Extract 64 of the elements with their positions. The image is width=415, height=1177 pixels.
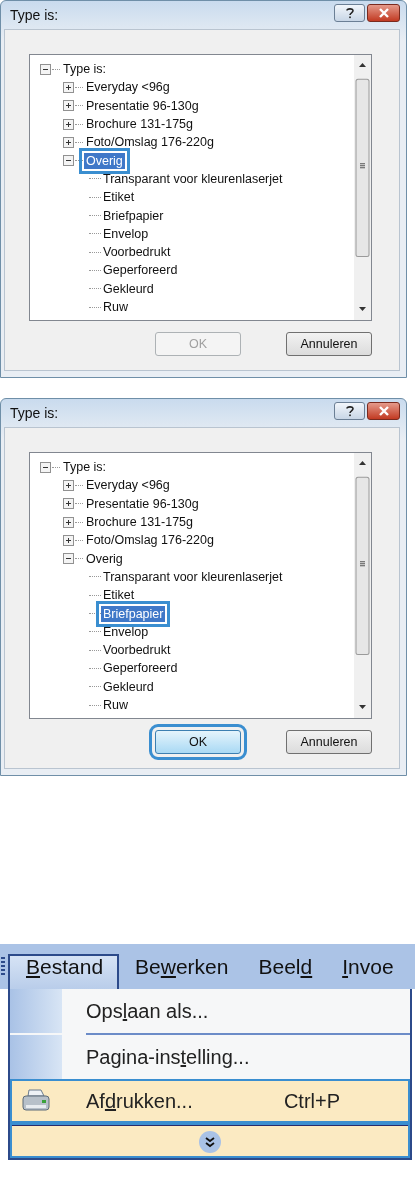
tree-item[interactable]: Etiket — [101, 587, 137, 604]
menu-item-label: Pagina-instelling... — [86, 1045, 251, 1069]
window-title: Type is: — [10, 7, 59, 23]
tree-item[interactable]: Everyday <96g — [84, 79, 172, 96]
scrollbar[interactable] — [354, 453, 371, 718]
tree-item[interactable]: Geperforeerd — [101, 262, 180, 279]
menu-title[interactable]: Bestand — [8, 954, 120, 989]
help-button[interactable] — [334, 4, 365, 22]
tree-item[interactable]: Gekleurd — [101, 280, 156, 297]
tree-item[interactable]: Transparant voor kleurenlaserjet — [101, 568, 285, 585]
tree-item[interactable]: Ruw — [101, 697, 130, 713]
double-chevron-icon[interactable] — [198, 1130, 222, 1154]
menu-item[interactable]: Afdrukken... Ctrl+P — [10, 1079, 410, 1123]
close-button[interactable] — [367, 4, 400, 22]
tree-item[interactable]: Foto/Omslag 176-220g — [84, 134, 216, 151]
question-mark-icon — [344, 7, 355, 19]
expand-icon[interactable] — [63, 100, 74, 112]
expand-icon[interactable] — [63, 516, 74, 528]
tree-item[interactable]: Geperforeerd — [101, 660, 180, 677]
close-button[interactable] — [367, 402, 400, 420]
collapse-icon[interactable] — [63, 155, 74, 167]
shortcut-label: Ctrl+P — [283, 1089, 340, 1113]
collapse-icon[interactable] — [40, 63, 51, 75]
expand-icon[interactable] — [63, 534, 74, 546]
window-title: Type is: — [10, 405, 59, 421]
expand-icon[interactable] — [63, 81, 74, 93]
menu-title[interactable]: Invoe — [326, 954, 408, 989]
menu-expand-row[interactable] — [10, 1123, 410, 1158]
tree-item[interactable]: Etiket — [101, 189, 137, 206]
tree-item[interactable]: Voorbedrukt — [101, 244, 173, 261]
tree-item[interactable]: Envelop — [101, 225, 151, 242]
tree-item[interactable]: Overig — [84, 550, 125, 567]
expand-icon[interactable] — [63, 479, 74, 491]
menu-title[interactable]: Beeld — [242, 954, 327, 989]
tree-item[interactable]: Type is: — [61, 459, 109, 476]
collapse-icon[interactable] — [63, 553, 74, 565]
tree-item[interactable]: Brochure 131-175g — [84, 514, 196, 531]
tree-item[interactable]: Presentatie 96-130g — [84, 495, 201, 512]
tree-item[interactable]: Envelop — [101, 623, 151, 640]
menu-item-label: Afdrukken... — [86, 1089, 194, 1113]
tree-item[interactable]: Foto/Omslag 176-220g — [84, 532, 216, 549]
tree-item[interactable]: Transparant voor kleurenlaserjet — [101, 170, 285, 187]
cancel-button[interactable]: Annuleren — [286, 730, 372, 754]
tree-item[interactable]: Briefpapier — [101, 207, 166, 224]
menu-item-label: Opslaan als... — [86, 999, 210, 1023]
cancel-button[interactable]: Annuleren — [286, 332, 372, 356]
tree-item[interactable]: Everyday <96g — [84, 477, 172, 494]
tree-item[interactable]: Ruw — [101, 299, 130, 315]
tree-item[interactable]: Gekleurd — [101, 678, 156, 695]
question-mark-icon — [344, 405, 355, 417]
printer-icon — [21, 1088, 51, 1114]
menu-title[interactable]: Bewerken — [119, 954, 243, 989]
tree-item[interactable]: Type is: — [61, 61, 109, 78]
tree-item[interactable]: Presentatie 96-130g — [84, 97, 201, 114]
help-button[interactable] — [334, 402, 365, 420]
expand-icon[interactable] — [63, 498, 74, 510]
scrollbar[interactable] — [354, 55, 371, 320]
expand-icon[interactable] — [63, 118, 74, 130]
collapse-icon[interactable] — [40, 461, 51, 473]
tree-item[interactable]: Voorbedrukt — [101, 642, 173, 659]
close-icon — [377, 406, 390, 416]
close-icon — [377, 8, 390, 18]
expand-icon[interactable] — [63, 136, 74, 148]
tree-item[interactable]: Brochure 131-175g — [84, 116, 196, 133]
